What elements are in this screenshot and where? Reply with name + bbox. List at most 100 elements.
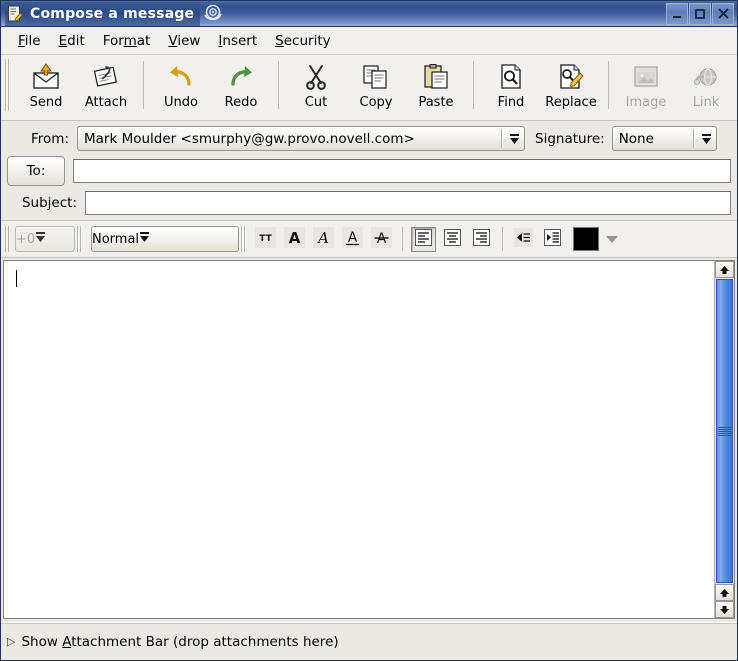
- to-input[interactable]: [73, 159, 731, 183]
- format-toolbar-grip-3[interactable]: [241, 226, 249, 252]
- copy-button[interactable]: Copy: [346, 57, 406, 110]
- image-picture-icon: [632, 60, 660, 94]
- from-row: From: Mark Moulder <smurphy@gw.provo.nov…: [7, 126, 731, 151]
- align-left-icon: [414, 228, 433, 251]
- title-bar-left: Compose a message: [5, 1, 201, 26]
- text-caret: [16, 270, 17, 287]
- align-left-button[interactable]: [411, 226, 436, 252]
- link-button-label: Link: [692, 95, 720, 110]
- font-size-dropdown[interactable]: +0: [15, 226, 75, 252]
- replace-button[interactable]: Replace: [541, 57, 601, 110]
- paragraph-style-dropdown[interactable]: Normal: [91, 226, 239, 252]
- menu-file[interactable]: File: [9, 30, 50, 52]
- subject-label: Subject:: [21, 195, 77, 211]
- svg-text:A: A: [348, 230, 358, 246]
- fixed-width-button[interactable]: TT: [253, 226, 278, 252]
- cut-button[interactable]: Cut: [286, 57, 346, 110]
- scroll-down-button[interactable]: [715, 601, 734, 618]
- indent-button[interactable]: [540, 227, 565, 252]
- maximize-button[interactable]: [689, 2, 711, 25]
- subject-input[interactable]: [85, 191, 731, 215]
- redo-button-label: Redo: [224, 95, 258, 110]
- link-button[interactable]: Link: [676, 57, 736, 110]
- fixed-width-tt-icon: TT: [255, 226, 276, 252]
- find-button-label: Find: [497, 95, 525, 110]
- italic-a-icon: A: [313, 226, 334, 252]
- scroll-up-button[interactable]: [715, 261, 734, 278]
- chevron-down-icon: [505, 127, 524, 150]
- paste-button-label: Paste: [418, 95, 454, 110]
- toolbar-separator-3: [473, 61, 474, 109]
- menu-insert[interactable]: Insert: [209, 30, 266, 52]
- italic-button[interactable]: A: [311, 226, 336, 252]
- show-attachment-bar-label[interactable]: Show Attachment Bar (drop attachments he…: [21, 634, 338, 650]
- find-button[interactable]: Find: [481, 57, 541, 110]
- outdent-button[interactable]: [511, 227, 536, 252]
- copy-button-label: Copy: [359, 95, 393, 110]
- format-toolbar: +0 Normal TT A A A A: [1, 221, 737, 258]
- outdent-icon: [514, 227, 533, 251]
- signature-dropdown-divider-light: [693, 129, 695, 148]
- menu-bar: File Edit Format View Insert Security: [1, 27, 737, 55]
- message-body-editor[interactable]: [3, 260, 714, 619]
- image-button[interactable]: Image: [616, 57, 676, 110]
- from-label: From:: [31, 130, 69, 147]
- svg-text:A: A: [377, 231, 387, 247]
- menu-security[interactable]: Security: [266, 30, 339, 52]
- replace-pencil-icon: [556, 60, 586, 94]
- scrollbar-thumb[interactable]: [716, 279, 733, 583]
- align-right-button[interactable]: [469, 227, 494, 252]
- editor-scrollbar[interactable]: [714, 260, 735, 619]
- bold-a-icon: A: [284, 226, 305, 252]
- toolbar-separator-1: [143, 61, 144, 109]
- paste-button[interactable]: Paste: [406, 57, 466, 110]
- compose-message-window: Compose a message File Edit Format View …: [0, 0, 738, 661]
- undo-button-label: Undo: [164, 95, 198, 110]
- attach-button[interactable]: Attach: [76, 57, 136, 110]
- menu-format[interactable]: Format: [94, 30, 160, 52]
- align-center-icon: [443, 228, 462, 251]
- compose-document-icon: [7, 5, 24, 22]
- header-fields: From: Mark Moulder <smurphy@gw.provo.nov…: [1, 121, 737, 221]
- font-size-value: +0: [16, 231, 36, 247]
- attach-button-label: Attach: [84, 95, 128, 110]
- image-button-label: Image: [625, 95, 667, 110]
- strikethrough-a-icon: A: [371, 226, 392, 252]
- close-button[interactable]: [712, 2, 734, 25]
- bold-button[interactable]: A: [282, 226, 307, 252]
- send-button-label: Send: [29, 95, 63, 110]
- format-toolbar-grip-2[interactable]: [77, 226, 85, 252]
- toolbar-separator-2: [278, 61, 279, 109]
- strikethrough-button[interactable]: A: [369, 226, 394, 252]
- editor-area: [1, 258, 737, 622]
- find-magnifier-icon: [497, 60, 525, 94]
- format-separator-2: [502, 227, 503, 251]
- minimize-button[interactable]: [666, 2, 688, 25]
- format-toolbar-grip[interactable]: [5, 226, 13, 252]
- scrollbar-track[interactable]: [715, 278, 734, 584]
- svg-text:A: A: [316, 229, 329, 247]
- underline-button[interactable]: A: [340, 226, 365, 252]
- redo-button[interactable]: Redo: [211, 57, 271, 110]
- svg-text:A: A: [289, 229, 301, 247]
- paste-clipboard-icon: [421, 60, 451, 94]
- underline-a-icon: A: [342, 226, 363, 252]
- send-button[interactable]: Send: [16, 57, 76, 110]
- align-center-button[interactable]: [440, 227, 465, 252]
- to-button[interactable]: To:: [7, 156, 65, 186]
- text-color-swatch[interactable]: [573, 227, 599, 251]
- signature-dropdown[interactable]: None: [611, 126, 717, 151]
- menu-view[interactable]: View: [159, 30, 209, 52]
- mozilla-globe-icon: [202, 3, 224, 25]
- main-toolbar: Send Attach Undo Redo Cut Copy Paste Fin…: [1, 55, 737, 121]
- scroll-up-button-secondary[interactable]: [715, 584, 734, 601]
- chevron-down-icon[interactable]: [603, 228, 621, 250]
- undo-button[interactable]: Undo: [151, 57, 211, 110]
- undo-arrow-icon: [166, 60, 196, 94]
- toolbar-grip[interactable]: [4, 59, 13, 111]
- menu-edit[interactable]: Edit: [50, 30, 94, 52]
- attachment-bar[interactable]: ▷ Show Attachment Bar (drop attachments …: [1, 622, 737, 660]
- from-dropdown[interactable]: Mark Moulder <smurphy@gw.provo.novell.co…: [77, 126, 525, 151]
- signature-label: Signature:: [535, 130, 605, 147]
- window-controls: [666, 2, 736, 25]
